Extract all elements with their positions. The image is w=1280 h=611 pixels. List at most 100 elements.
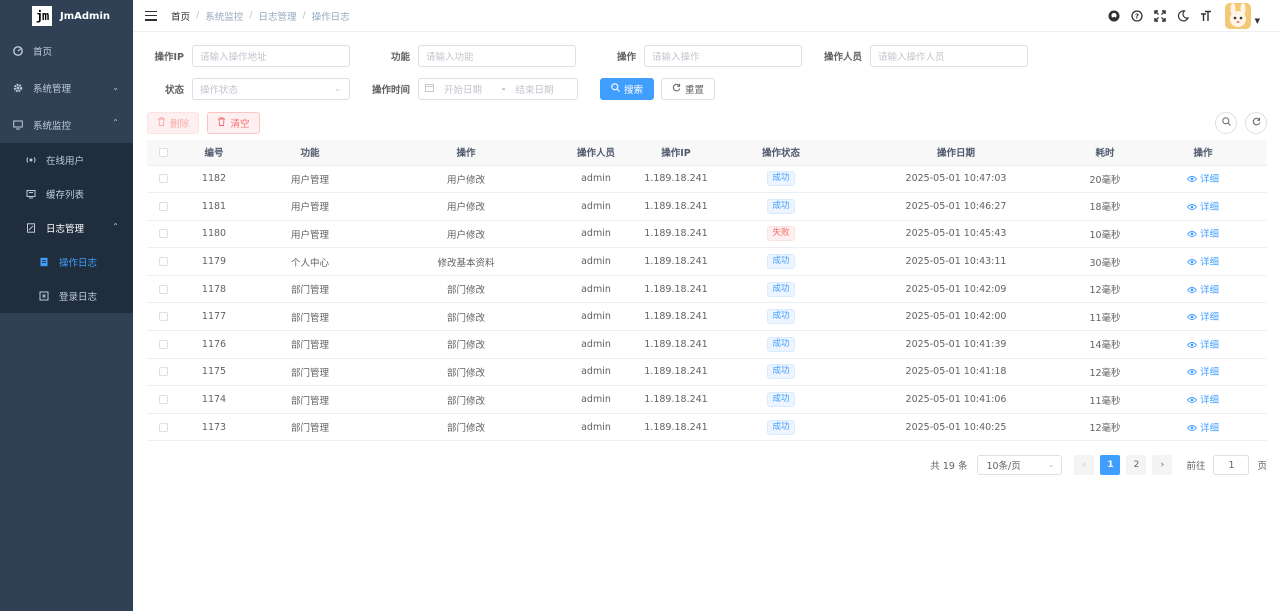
ip-input[interactable]: 请输入操作地址 [192,45,350,67]
checkbox[interactable] [158,395,168,405]
search-button[interactable]: 搜索 [600,78,654,100]
user-input[interactable]: 请输入操作人员 [870,45,1028,67]
table-row: 1173 部门管理 部门修改 admin 1.189.18.241 成功 2025-05-0… [147,413,1267,442]
font-size-icon[interactable] [1199,9,1213,23]
cell-op: 部门修改 [371,413,561,442]
page-size-select[interactable]: 10条/页 ⌄ [977,455,1063,475]
detail-link[interactable]: 详细 [1186,229,1219,240]
caret-down-icon[interactable]: ▼ [1255,17,1260,25]
fullscreen-icon[interactable] [1153,9,1167,23]
checkbox[interactable] [158,257,168,267]
goto-page-input[interactable]: 1 [1213,455,1250,475]
status-select[interactable]: 操作状态 ⌄ [192,78,350,100]
github-icon[interactable] [1107,9,1121,23]
cell-user: admin [561,302,631,332]
row-select[interactable] [147,275,179,304]
row-select[interactable] [147,358,179,387]
eye-icon [1186,368,1198,379]
detail-link[interactable]: 详细 [1186,202,1219,213]
logo[interactable]: jm JmAdmin [0,0,133,32]
checkbox[interactable] [158,312,168,322]
row-select[interactable] [147,302,179,332]
cell-func: 个人中心 [249,247,371,276]
delete-button[interactable]: 删除 [147,112,199,134]
logo-mark: jm [32,6,52,26]
sidebar-item-operlog[interactable]: 操作日志 [0,245,133,279]
checkbox[interactable] [158,422,168,432]
chevron-down-icon: ⌄ [1047,460,1055,469]
moon-icon[interactable] [1176,9,1190,23]
sidebar-item-log[interactable]: 日志管理 ⌃ [0,211,133,245]
detail-link[interactable]: 详细 [1186,423,1219,434]
status-badge: 失败 [767,226,795,242]
checkbox[interactable] [158,147,168,157]
table-row: 1175 部门管理 部门修改 admin 1.189.18.241 成功 2025-05-0… [147,358,1267,387]
cell-op: 用户修改 [371,165,561,194]
row-select[interactable] [147,220,179,249]
page-number[interactable]: 1 [1100,455,1121,475]
cell-op: 部门修改 [371,302,561,332]
detail-link[interactable]: 详细 [1186,367,1219,379]
sidebar-item-monitor[interactable]: 系统监控 ⌃ [0,106,133,143]
end-date-input[interactable]: 结束日期 [515,82,553,96]
cell-func: 部门管理 [249,302,371,332]
cell-ip: 1.189.18.241 [631,192,721,221]
pagination: 共 19 条 10条/页 ⌄ ‹ 1 2 › 前往 1 页 [930,455,1267,475]
question-icon[interactable]: ? [1130,9,1144,23]
sidebar-item-home[interactable]: 首页 [0,32,133,69]
checkbox[interactable] [158,367,168,377]
detail-link[interactable]: 详细 [1186,340,1219,351]
cell-func: 部门管理 [249,275,371,304]
checkbox[interactable] [158,284,168,294]
app-title: JmAdmin [60,10,111,22]
cell-op: 修改基本资料 [371,247,561,276]
search-icon [1221,117,1231,129]
detail-link[interactable]: 详细 [1186,395,1219,406]
breadcrumb-item[interactable]: 首页 [171,9,190,23]
status-badge: 成功 [767,254,795,270]
row-select[interactable] [147,247,179,276]
header-select-all[interactable] [147,140,179,166]
row-select[interactable] [147,385,179,414]
cell-func: 部门管理 [249,358,371,387]
row-select[interactable] [147,165,179,194]
breadcrumb-item: 操作日志 [311,11,350,23]
checkbox[interactable] [158,201,168,211]
cell-ip: 1.189.18.241 [631,385,721,414]
refresh-table-button[interactable] [1245,112,1267,134]
avatar[interactable] [1224,3,1251,29]
page-number[interactable]: 2 [1126,455,1147,475]
toggle-search-button[interactable] [1215,112,1237,134]
table-row: 1182 用户管理 用户修改 admin 1.189.18.241 成功 2025-05-0… [147,165,1267,194]
row-select[interactable] [147,330,179,359]
detail-link[interactable]: 详细 [1186,257,1219,268]
table-header: 操作 [1139,140,1267,166]
op-input[interactable]: 请输入操作 [644,45,802,67]
checkbox[interactable] [158,229,168,239]
date-range-picker[interactable]: 开始日期 - 结束日期 [418,78,578,100]
breadcrumb-separator: / [249,10,253,21]
row-select[interactable] [147,413,179,442]
cell-ip: 1.189.18.241 [631,302,721,332]
sidebar-item-system[interactable]: 系统管理 ⌄ [0,69,133,106]
checkbox[interactable] [158,339,168,349]
prev-page-button[interactable]: ‹ [1074,455,1095,475]
sidebar-item-logininfor[interactable]: 登录日志 [0,279,133,313]
sidebar-item-online[interactable]: 在线用户 [0,143,133,177]
detail-link[interactable]: 详细 [1186,312,1219,323]
func-input[interactable]: 请输入功能 [418,45,576,67]
detail-link[interactable]: 详细 [1186,285,1219,296]
next-page-button[interactable]: › [1152,455,1173,475]
checkbox[interactable] [158,174,168,184]
row-select[interactable] [147,192,179,221]
clear-button-label: 清空 [230,119,250,130]
table-header: 操作状态 [721,140,841,166]
start-date-input[interactable]: 开始日期 [444,82,492,96]
reset-button[interactable]: 重置 [661,78,715,100]
hamburger-icon[interactable] [145,10,157,21]
detail-label: 详细 [1199,174,1219,186]
sidebar-item-cache[interactable]: 缓存列表 [0,177,133,211]
dashboard-icon [13,45,23,56]
detail-link[interactable]: 详细 [1186,174,1219,186]
clear-button[interactable]: 清空 [207,112,260,134]
